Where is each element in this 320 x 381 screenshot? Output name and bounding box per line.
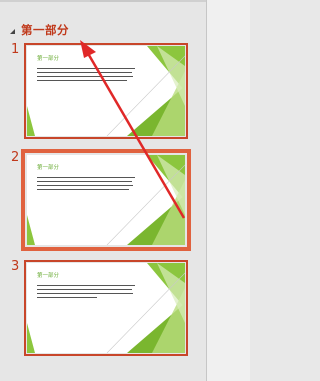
slide-title: 第一部分	[37, 273, 60, 279]
slide-thumbnail-2[interactable]: 第一部分	[21, 149, 191, 251]
scrollbar[interactable]	[206, 0, 250, 381]
slide-body-text	[37, 177, 137, 193]
section-header[interactable]: 第一部分	[10, 22, 69, 38]
collapse-triangle-icon[interactable]	[10, 29, 15, 34]
tab-indicator	[90, 0, 150, 2]
slide-number-2: 2	[11, 150, 20, 165]
slide-thumbnail-3[interactable]: 第一部分	[24, 260, 188, 356]
slide-title: 第一部分	[37, 165, 60, 171]
slide-thumbnail-1[interactable]: 第一部分	[24, 43, 188, 139]
slide-number-1: 1	[11, 42, 20, 57]
slide-title: 第一部分	[37, 56, 60, 62]
slide-body-text	[37, 68, 137, 84]
slide-body-text	[37, 285, 137, 301]
slide-number-3: 3	[11, 259, 20, 274]
section-title: 第一部分	[21, 23, 69, 37]
